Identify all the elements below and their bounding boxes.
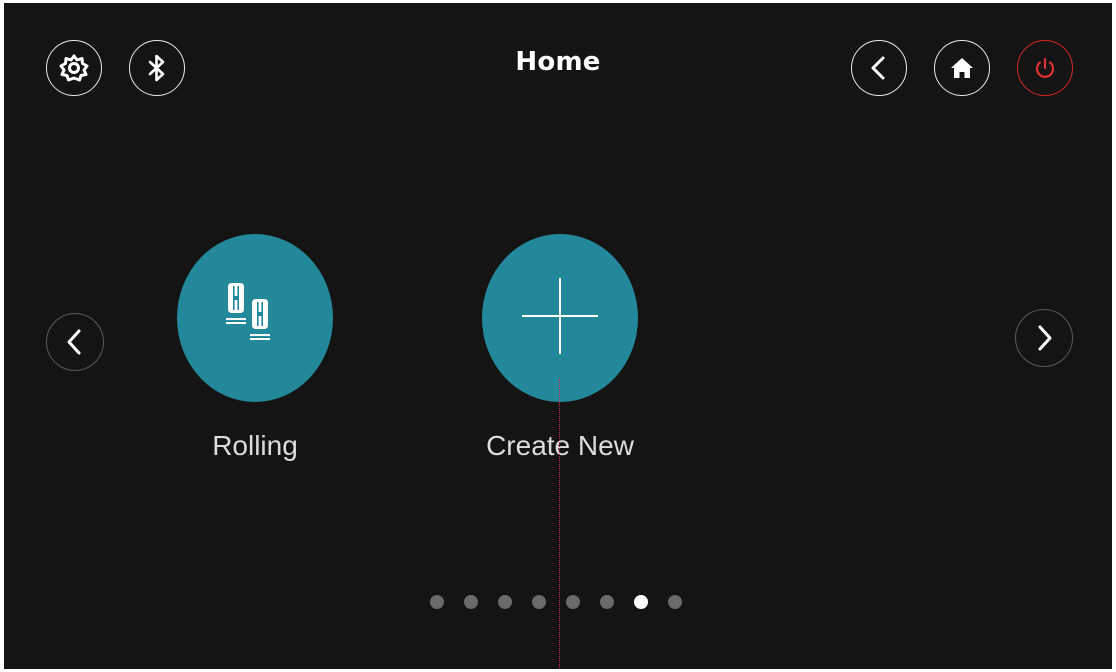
settings-button[interactable] xyxy=(46,40,102,96)
page-indicator xyxy=(430,595,682,609)
home-icon xyxy=(949,55,975,81)
dotted-guide-line xyxy=(559,379,560,669)
home-button[interactable] xyxy=(934,40,990,96)
page-dot-5[interactable] xyxy=(566,595,580,609)
plus-icon xyxy=(520,276,600,360)
settings-icon xyxy=(59,53,89,83)
tile-create-new-button[interactable] xyxy=(482,234,638,402)
power-icon xyxy=(1033,56,1057,80)
power-button[interactable] xyxy=(1017,40,1073,96)
bluetooth-button[interactable] xyxy=(129,40,185,96)
home-screen: Home Rolling Create New xyxy=(4,3,1112,669)
chevron-right-icon xyxy=(1032,323,1056,353)
page-dot-2[interactable] xyxy=(464,595,478,609)
page-dot-7[interactable] xyxy=(634,595,648,609)
tile-rolling[interactable]: Rolling xyxy=(145,234,365,462)
tile-create-new[interactable]: Create New xyxy=(450,234,670,462)
back-icon xyxy=(867,54,891,82)
page-title: Home xyxy=(515,47,601,77)
page-dot-4[interactable] xyxy=(532,595,546,609)
carousel-next-button[interactable] xyxy=(1015,309,1073,367)
page-dot-1[interactable] xyxy=(430,595,444,609)
chevron-left-icon xyxy=(63,327,87,357)
tile-create-new-label: Create New xyxy=(486,430,634,461)
page-dot-3[interactable] xyxy=(498,595,512,609)
rollers-icon xyxy=(220,281,290,355)
tile-rolling-label: Rolling xyxy=(212,430,298,461)
back-button[interactable] xyxy=(851,40,907,96)
tile-rolling-button[interactable] xyxy=(177,234,333,402)
carousel-prev-button[interactable] xyxy=(46,313,104,371)
page-dot-6[interactable] xyxy=(600,595,614,609)
page-dot-8[interactable] xyxy=(668,595,682,609)
bluetooth-icon xyxy=(144,53,170,83)
